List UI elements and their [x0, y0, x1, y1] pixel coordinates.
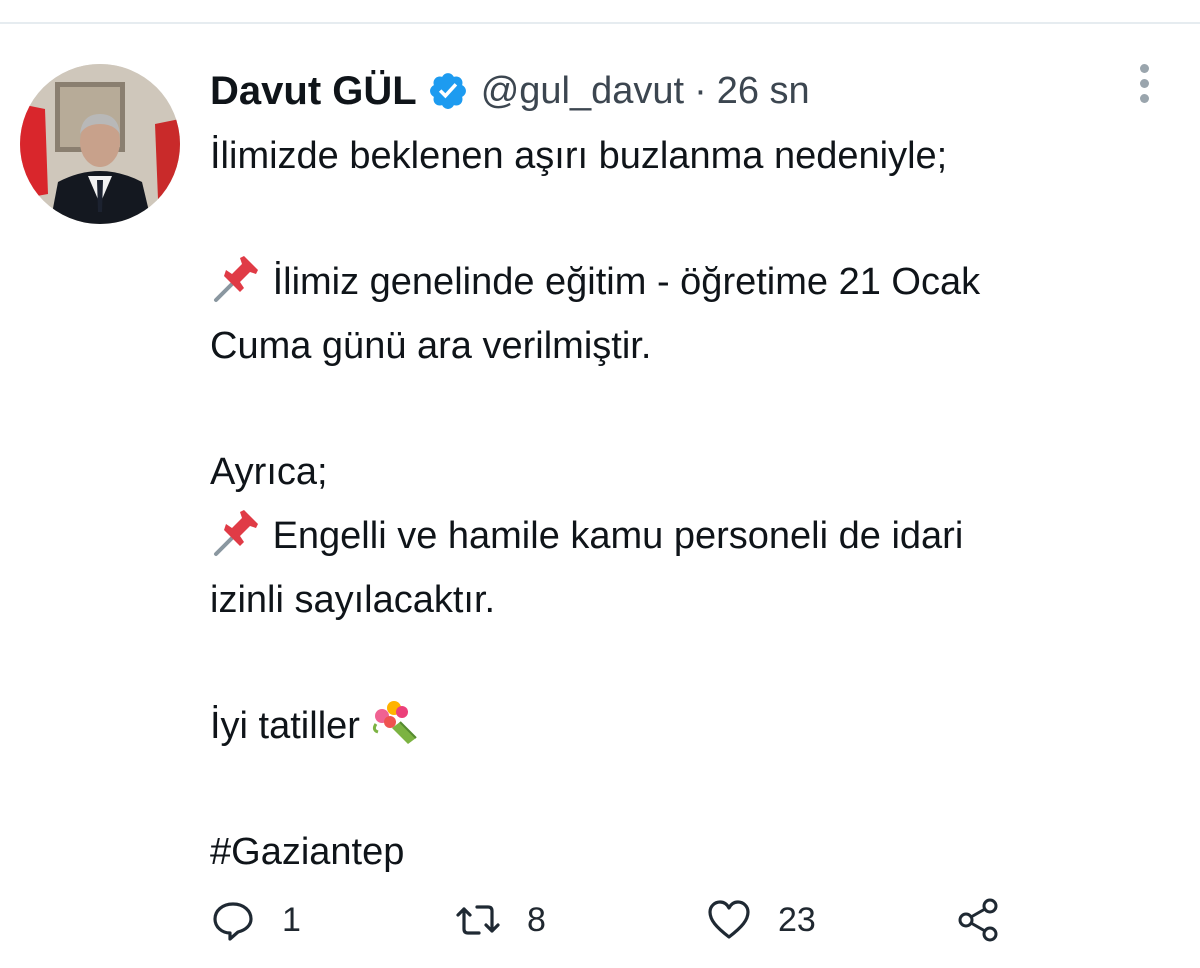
text-line: izinli sayılacaktır. — [210, 579, 496, 621]
avatar[interactable] — [20, 64, 180, 224]
more-icon[interactable] — [1132, 64, 1156, 124]
tweet-text: İlimizde beklenen aşırı buzlanma nedeniy… — [210, 124, 1180, 884]
text-line: Cuma günü ara verilmiştir. — [210, 325, 652, 367]
verified-badge-icon — [427, 70, 469, 112]
timestamp[interactable]: 26 sn — [717, 70, 810, 113]
action-bar: 1 8 23 — [210, 890, 1030, 950]
author-handle[interactable]: @gul_davut — [481, 70, 684, 113]
pushpin-icon — [210, 254, 262, 304]
share-button[interactable] — [955, 890, 1001, 950]
like-count: 23 — [778, 900, 816, 939]
separator-dot: · — [694, 69, 707, 112]
share-icon — [955, 897, 1001, 943]
text-line: Ayrıca; — [210, 451, 328, 493]
like-button[interactable]: 23 — [706, 890, 816, 950]
text-line-with-flowers: İyi tatiller — [210, 694, 1180, 758]
tweet-card[interactable]: Davut GÜL @gul_davut · 26 sn İlimizde be… — [0, 24, 1200, 968]
heart-icon — [706, 897, 752, 943]
tweet-header: Davut GÜL @gul_davut · 26 sn — [210, 66, 810, 116]
text-line: İlimiz genelinde eğitim - öğretime 21 Oc… — [272, 261, 981, 303]
pushpin-icon — [210, 508, 262, 558]
reply-button[interactable]: 1 — [210, 890, 301, 950]
avatar-image — [20, 64, 180, 224]
text-line: Engelli ve hamile kamu personeli de idar… — [272, 515, 964, 557]
bouquet-icon — [370, 698, 422, 748]
retweet-icon — [455, 897, 501, 943]
author-name[interactable]: Davut GÜL — [210, 69, 417, 114]
reply-icon — [210, 897, 256, 943]
text-line: İyi tatiller — [210, 705, 360, 747]
reply-count: 1 — [282, 900, 301, 939]
text-line-with-pin: Engelli ve hamile kamu personeli de idar… — [210, 504, 1180, 568]
retweet-button[interactable]: 8 — [455, 890, 546, 950]
retweet-count: 8 — [527, 900, 546, 939]
hashtag-link[interactable]: #Gaziantep — [210, 820, 1180, 884]
text-line: İlimizde beklenen aşırı buzlanma nedeniy… — [210, 135, 948, 177]
text-line-with-pin: İlimiz genelinde eğitim - öğretime 21 Oc… — [210, 250, 1180, 314]
